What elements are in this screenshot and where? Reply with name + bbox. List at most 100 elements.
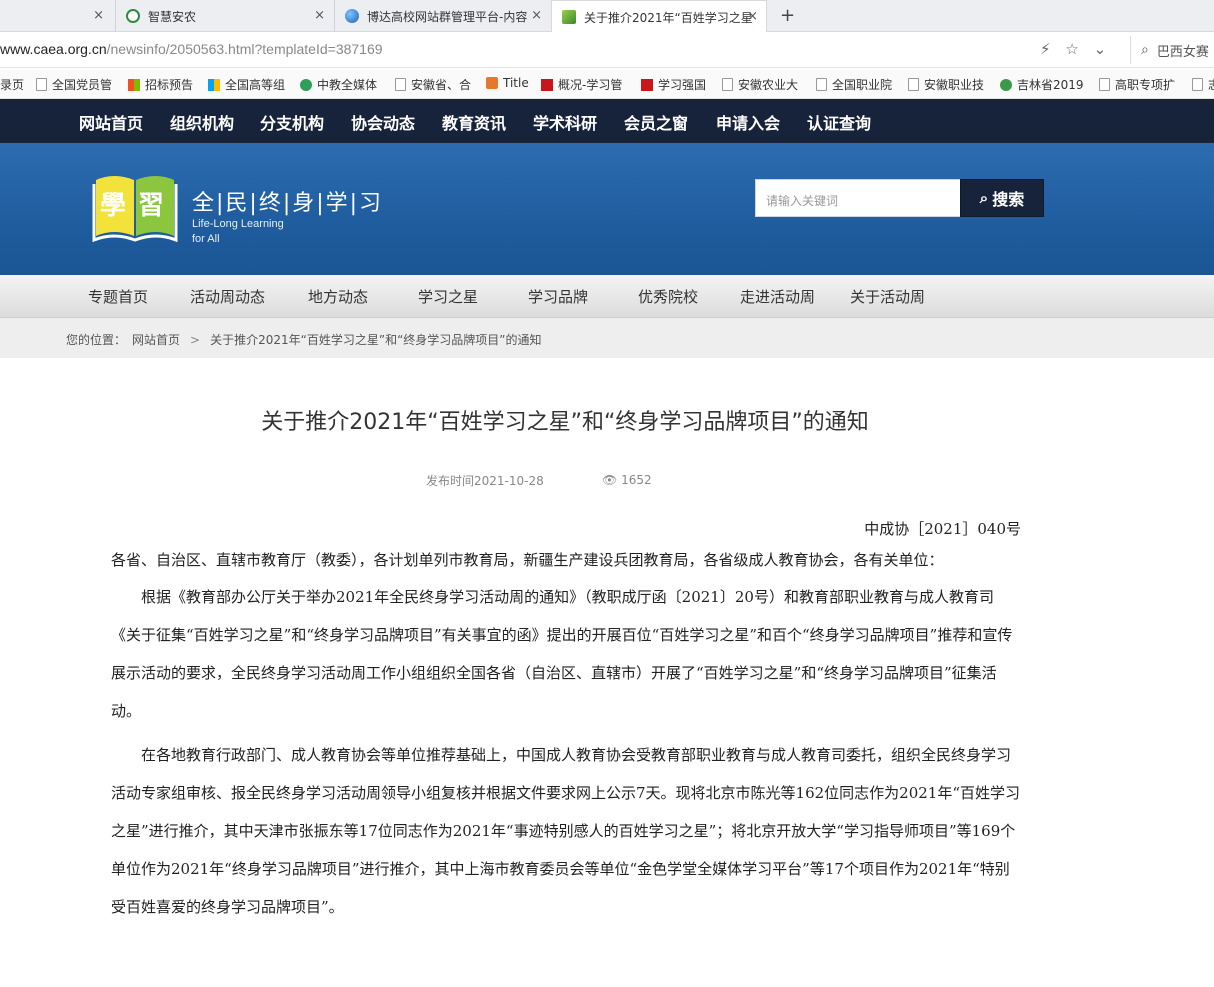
tab-label: 智慧安农 [148,9,197,24]
close-icon[interactable]: × [93,8,104,23]
lightning-icon[interactable]: ⚡ [1040,40,1051,58]
bookmarks-bar: 录页 全国党员管 招标预告 全国高等组 中教全媒体 安徽省、合 Title 概况… [0,69,1214,99]
page-icon [395,78,406,91]
logo-title: 全|民|终|身|学|习 [192,191,384,216]
svg-text:學: 學 [100,191,126,221]
bookmark-item[interactable]: 录页 [0,76,24,93]
red-logo-icon [641,78,653,91]
nav-certification[interactable]: 认证查询 [807,110,871,134]
nav-education-news[interactable]: 教育资讯 [442,110,506,134]
bookmark-item[interactable]: 中教全媒体 [300,76,377,93]
subnav-learning-brands[interactable]: 学习品牌 [528,286,588,307]
page-icon [816,78,827,91]
address-icons: ⚡ ☆ ⌄ [1040,40,1116,58]
bookmark-item[interactable]: Title [486,76,529,90]
globe-icon [345,9,359,23]
svg-text:習: 習 [138,191,164,221]
breadcrumb: 您的位置： 网站首页 > 关于推介2021年“百姓学习之星”和“终身学习品牌项目… [66,331,542,348]
close-icon[interactable]: × [531,8,542,23]
bookmark-label: 录页 [0,78,25,92]
logo-subtitle-line2: for All [192,233,220,245]
browser-search-field[interactable]: ⌕ 巴西女赛 [1130,36,1214,64]
breadcrumb-bar: 您的位置： 网站首页 > 关于推介2021年“百姓学习之星”和“终身学习品牌项目… [0,318,1214,358]
bookmark-label: 学习强国 [658,78,707,92]
bookmark-item[interactable]: 全国职业院 [816,76,892,93]
bookmark-label: 高职专项扩 [1115,78,1176,92]
bookmark-item[interactable]: 高职专项扩 [1099,76,1175,93]
site-search-input[interactable]: 请输入关键词 [755,179,961,217]
browser-tab-2[interactable]: 智慧安农 × [115,0,333,32]
nav-home[interactable]: 网站首页 [79,110,143,134]
url-text[interactable]: www.caea.org.cn/newsinfo/2050563.html?te… [0,41,383,57]
logo-subtitle: Life-Long Learning for All [192,217,284,247]
book-logo-icon[interactable]: 學 習 [92,170,178,242]
site-top-nav: 网站首页 组织机构 分支机构 协会动态 教育资讯 学术科研 会员之窗 申请入会 … [0,99,1214,143]
bookmark-item[interactable]: 安徽职业技 [908,76,984,93]
bookmark-label: 安徽省、合 [411,78,472,92]
logo-subtitle-line1: Life-Long Learning [192,218,284,230]
page-icon [908,78,919,91]
url-path: /newsinfo/2050563.html?templateId=387169 [106,41,383,57]
browser-search-text: 巴西女赛 [1156,44,1209,60]
bookmark-label: Title [503,76,529,90]
nav-branches[interactable]: 分支机构 [260,110,324,134]
nav-research[interactable]: 学术科研 [533,110,597,134]
bookmark-item[interactable]: 吉林省2019 [1000,76,1084,93]
paragraph-2: 在各地教育行政部门、成人教育协会等单位推荐基础上，中国成人教育协会受教育部职业教… [111,746,1021,916]
article-body: 中成协［2021］040号 各省、自治区、直辖市教育厅（教委），各计划单列市教育… [111,516,1021,926]
bookmark-item[interactable]: 全国高等组 [208,76,285,93]
bookmark-label: 中教全媒体 [317,78,378,92]
chevron-down-icon[interactable]: ⌄ [1094,40,1107,58]
browser-tab-3[interactable]: 博达高校网站群管理平台-内容 × [334,0,550,32]
close-icon[interactable]: × [314,8,325,23]
bookmark-label: 概况-学习管 [558,78,623,92]
sub-nav: 专题首页 活动周动态 地方动态 学习之星 学习品牌 优秀院校 走进活动周 关于活… [0,275,1214,318]
bookmark-item[interactable]: 志 [1192,76,1214,93]
nav-join[interactable]: 申请入会 [716,110,780,134]
subnav-local-news[interactable]: 地方动态 [308,286,368,307]
bookmark-label: 全国职业院 [832,78,893,92]
salutation: 各省、自治区、直辖市教育厅（教委），各计划单列市教育局，新疆生产建设兵团教育局，… [111,551,944,569]
subnav-learning-stars[interactable]: 学习之星 [418,286,478,307]
view-count-value: 1652 [621,473,652,487]
favicon-icon [126,9,140,23]
page-icon [1192,78,1203,91]
subnav-topic-home[interactable]: 专题首页 [88,286,148,307]
site-search-button[interactable]: ⌕ 搜索 [960,179,1044,217]
document-number: 中成协［2021］040号 [864,520,1021,538]
search-icon: ⌕ [1141,42,1149,58]
breadcrumb-prefix: 您的位置： [66,333,127,347]
view-count: 👁 1652 [602,473,652,487]
browser-tab-strip: × 智慧安农 × 博达高校网站群管理平台-内容 × 关于推介2021年“百姓学习… [0,0,1214,33]
breadcrumb-current: 关于推介2021年“百姓学习之星”和“终身学习品牌项目”的通知 [210,333,542,347]
bookmark-item[interactable]: 招标预告 [128,76,193,93]
windows-icon [128,78,140,91]
browser-tab-1[interactable]: × [0,0,112,32]
red-logo-icon [541,78,553,91]
browser-tab-active[interactable]: 关于推介2021年“百姓学习之星 × [551,0,767,33]
eye-icon: 👁 [602,473,618,487]
bookmark-item[interactable]: 概况-学习管 [541,76,622,93]
close-icon[interactable]: × [747,9,758,24]
bookmark-item[interactable]: 学习强国 [641,76,706,93]
bookmark-label: 全国党员管 [52,78,113,92]
subnav-activity-news[interactable]: 活动周动态 [190,286,265,307]
bookmark-label: 招标预告 [145,78,194,92]
bookmark-item[interactable]: 全国党员管 [36,76,112,93]
subnav-into-activity-week[interactable]: 走进活动周 [740,286,815,307]
address-bar[interactable]: www.caea.org.cn/newsinfo/2050563.html?te… [0,32,1214,68]
page-icon [722,78,733,91]
nav-members[interactable]: 会员之窗 [624,110,688,134]
subnav-about-activity-week[interactable]: 关于活动周 [850,286,925,307]
nav-organization[interactable]: 组织机构 [170,110,234,134]
globe-icon [1000,78,1012,91]
search-button-label: 搜索 [992,190,1025,209]
star-icon[interactable]: ☆ [1065,40,1078,58]
nav-association-news[interactable]: 协会动态 [351,110,415,134]
subnav-excellent-schools[interactable]: 优秀院校 [638,286,698,307]
globe-icon [300,78,312,91]
bookmark-item[interactable]: 安徽农业大 [722,76,798,93]
new-tab-button[interactable]: + [780,5,795,26]
breadcrumb-home[interactable]: 网站首页 [132,331,180,348]
bookmark-item[interactable]: 安徽省、合 [395,76,471,93]
